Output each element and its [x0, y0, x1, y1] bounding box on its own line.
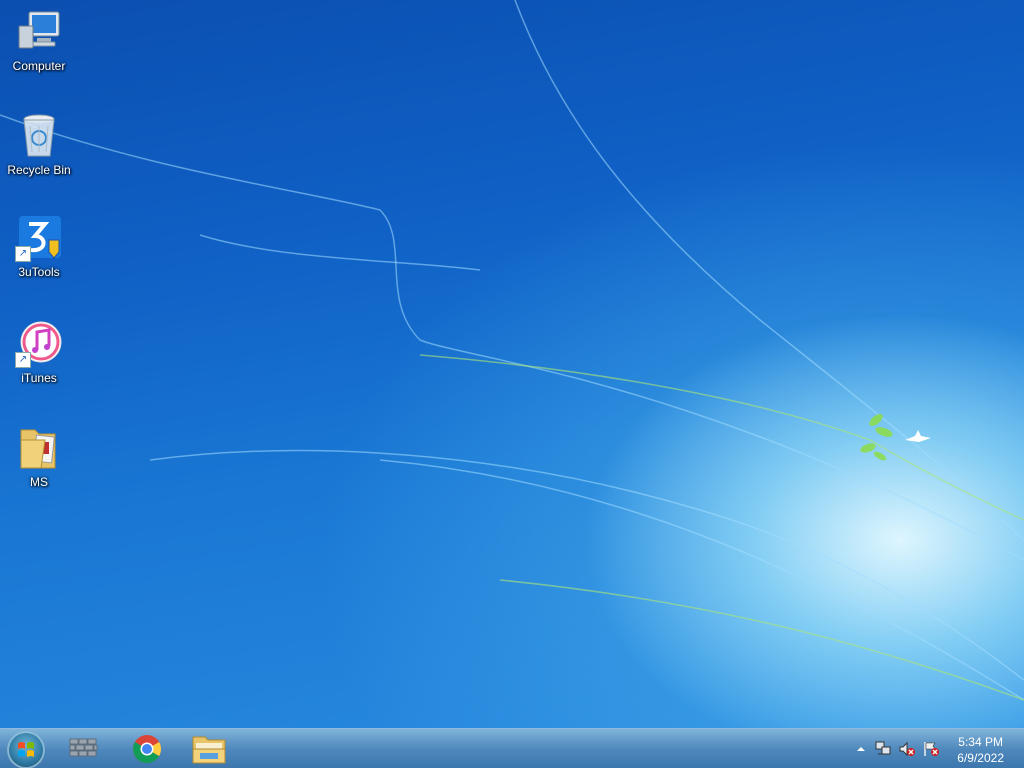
network-icon[interactable]: [874, 740, 892, 758]
taskbar-pinned-file-explorer[interactable]: [184, 731, 234, 767]
computer-icon: [15, 8, 63, 56]
desktop-icon-label: 3uTools: [18, 265, 60, 279]
taskbar-pinned-network-wall[interactable]: [58, 731, 108, 767]
desktop-icon-label: Recycle Bin: [7, 163, 71, 177]
network-wall-icon: [69, 738, 98, 757]
file-explorer-icon: [192, 736, 226, 764]
3utools-icon: ↗: [15, 214, 63, 262]
desktop[interactable]: Computer Recycle Bin ↗ 3uTools ↗ iTunes …: [0, 0, 1024, 728]
desktop-icon-computer[interactable]: Computer: [2, 8, 76, 73]
desktop-icon-label: Computer: [12, 59, 66, 73]
taskbar-pinned-chrome[interactable]: [122, 731, 172, 767]
chrome-icon: [133, 735, 161, 763]
show-hidden-icons-chevron[interactable]: [852, 740, 870, 758]
shortcut-arrow-icon: ↗: [15, 246, 31, 262]
start-button[interactable]: [7, 731, 45, 768]
recycle-bin-icon: [15, 112, 63, 160]
clock-date: 6/9/2022: [957, 751, 1004, 765]
clock-time: 5:34 PM: [958, 735, 1003, 749]
windows-start-icon: [18, 742, 34, 757]
desktop-icon-3utools[interactable]: ↗ 3uTools: [2, 214, 76, 279]
desktop-icon-ms-folder[interactable]: MS: [2, 424, 76, 489]
taskbar-clock[interactable]: 5:34 PM 6/9/2022: [957, 734, 1004, 766]
system-tray: 5:34 PM 6/9/2022: [844, 729, 1024, 768]
desktop-icon-itunes[interactable]: ↗ iTunes: [2, 320, 76, 385]
shortcut-arrow-icon: ↗: [15, 352, 31, 368]
itunes-icon: ↗: [15, 320, 63, 368]
folder-icon: [15, 424, 63, 472]
desktop-icon-recycle-bin[interactable]: Recycle Bin: [2, 112, 76, 177]
taskbar: 5:34 PM 6/9/2022: [0, 728, 1024, 768]
volume-muted-icon[interactable]: [898, 740, 916, 758]
wallpaper-artwork: [0, 0, 1024, 701]
desktop-icon-label: iTunes: [21, 371, 57, 385]
desktop-icon-label: MS: [30, 475, 48, 489]
action-center-flag-icon[interactable]: [922, 740, 940, 758]
